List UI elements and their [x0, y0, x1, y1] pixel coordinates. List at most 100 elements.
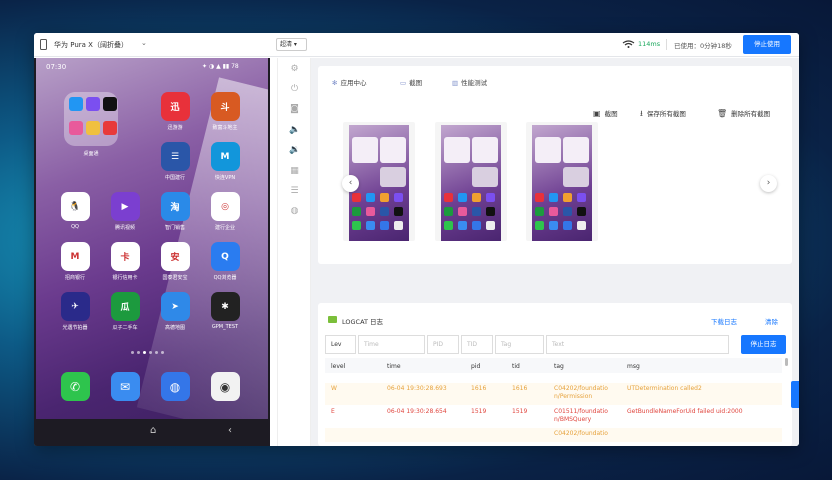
app-glyph-icon: ✱: [210, 292, 240, 321]
screenshot-thumbnail[interactable]: [526, 122, 598, 241]
screenshot-button[interactable]: ▣ 截图: [593, 108, 618, 118]
app-icon[interactable]: M 快连VPN: [202, 142, 248, 181]
chevron-down-icon[interactable]: ⌄: [141, 39, 147, 47]
volume-down-icon[interactable]: 🔉: [289, 145, 300, 156]
folder-label: 桌面通: [83, 151, 99, 157]
app-glyph-icon: 卡: [110, 242, 140, 271]
app-folder[interactable]: [64, 92, 118, 146]
tab-screenshot[interactable]: ▭ 截图: [400, 77, 422, 87]
phone-mirror[interactable]: 07:30 ✦ ◑ ▲ ▮▮ 78 桌面通 迅迅游游斗致富斗地主 ☰ 中国建行 M 快连…: [34, 58, 270, 446]
settings-icon[interactable]: ⚙: [289, 64, 300, 75]
app-label: QQ浏览器: [213, 275, 237, 281]
tab-performance[interactable]: ▥ 性能测试: [452, 77, 487, 87]
side-toolbar: ⚙ ⏻ ◙ 🔈 🔉 ▦ ☰ ◍: [277, 58, 311, 446]
app-icon[interactable]: ☰ 中国建行: [152, 142, 198, 181]
app-icon[interactable]: 安国泰君安宝: [152, 242, 198, 281]
pid-filter[interactable]: PID: [427, 335, 459, 354]
app-label: 智门销售: [164, 225, 185, 231]
log-scrollbar[interactable]: [785, 358, 788, 366]
messages-app[interactable]: ✉: [102, 372, 148, 401]
power-icon[interactable]: ⏻: [289, 84, 300, 95]
back-icon[interactable]: ‹: [228, 425, 232, 436]
status-time: 07:30: [46, 63, 67, 71]
time-filter[interactable]: Time: [358, 335, 425, 354]
log-cell-pid: 1519: [471, 408, 487, 415]
app-glyph-icon: 迅: [160, 92, 190, 121]
divider: [666, 39, 667, 50]
app-label: QQ: [71, 224, 79, 230]
tid-filter[interactable]: TID: [461, 335, 493, 354]
app-icon[interactable]: M 招商银行: [52, 242, 98, 281]
wifi-icon: [622, 40, 635, 48]
volume-up-icon[interactable]: 🔈: [289, 125, 300, 136]
log-cell-pid: 1616: [471, 385, 487, 392]
camera-app[interactable]: ◉: [202, 372, 248, 401]
chart-icon: ▥: [452, 79, 459, 87]
app-label: 致富斗地主: [212, 125, 238, 131]
app-icon[interactable]: 斗致富斗地主: [202, 92, 248, 131]
log-row[interactable]: C04202/foundatio: [325, 428, 782, 442]
clear-log-link[interactable]: 清除: [765, 316, 778, 326]
app-label: 银行信用卡: [112, 275, 138, 281]
app-label: 腾讯视频: [114, 225, 135, 231]
next-arrow-icon[interactable]: ›: [760, 175, 777, 192]
camera-icon[interactable]: ◙: [289, 104, 300, 115]
app-icon[interactable]: 卡银行信用卡: [102, 242, 148, 281]
app-icon[interactable]: 淘智门销售: [152, 192, 198, 231]
phone-app[interactable]: ✆: [52, 372, 98, 401]
app-icon[interactable]: ✈ 光遇节拍器: [52, 292, 98, 331]
log-cell-tag: C04202/foundatio: [554, 430, 608, 437]
stop-log-button[interactable]: 停止日志: [741, 335, 786, 354]
screenshot-thumbnail[interactable]: [435, 122, 507, 241]
quality-select[interactable]: 超清 ▾: [276, 38, 307, 51]
download-log-link[interactable]: 下载日志: [711, 316, 737, 326]
tag-filter[interactable]: Tag: [495, 335, 544, 354]
right-panel: ✻ 应用中心 ▭ 截图 ▥ 性能测试 ▣ 截图 ⭳ 保存所有截图 🗑 删除所有截图 ‹ › …: [311, 58, 799, 446]
app-icon[interactable]: ▶ 腾讯视频: [102, 192, 148, 231]
app-label: 中国建行: [164, 175, 185, 181]
status-icons: ✦ ◑ ▲ ▮▮ 78: [202, 63, 239, 70]
app-label: GPM_TEST: [211, 324, 239, 330]
app-icon[interactable]: 🐧 QQ: [52, 192, 98, 230]
side-tab[interactable]: [791, 381, 799, 408]
globe-icon[interactable]: ◍: [289, 206, 300, 217]
app-label: 光遇节拍器: [62, 325, 88, 331]
browser-app[interactable]: ◍: [152, 372, 198, 401]
level-filter[interactable]: Lev: [325, 335, 356, 354]
top-bar: 华为 Pura X（阔折叠） ⌄ 超清 ▾ 114ms 已使用：0分钟18秒 停…: [34, 33, 799, 57]
prev-arrow-icon[interactable]: ‹: [342, 175, 359, 192]
stop-use-button[interactable]: 停止使用: [743, 35, 791, 54]
save-all-button[interactable]: ⭳ 保存所有截图: [640, 108, 686, 122]
app-icon[interactable]: ✱ GPM_TEST: [202, 292, 248, 330]
app-glyph-icon: M: [210, 142, 240, 171]
app-glyph-icon: 🐧: [60, 192, 90, 221]
app-glyph-icon: M: [60, 242, 90, 271]
device-name[interactable]: 华为 Pura X（阔折叠）: [54, 40, 128, 50]
grid-icon[interactable]: ▦: [289, 166, 300, 177]
home-icon[interactable]: ⌂: [150, 425, 156, 436]
app-label: 高德地图: [164, 325, 185, 331]
text-filter[interactable]: Text: [546, 335, 729, 354]
used-time: 已使用：0分钟18秒: [674, 42, 732, 50]
app-glyph-icon: 斗: [210, 92, 240, 121]
app-icon[interactable]: 迅迅游游: [152, 92, 198, 131]
col-time: time: [387, 363, 401, 370]
app-glyph-icon: ◎: [210, 192, 240, 221]
col-tag: tag: [554, 363, 564, 370]
log-row[interactable]: W 06-04 19:30:28.693 1616 1616 C04202/founda…: [325, 383, 782, 405]
logcat-icon: [328, 316, 337, 323]
app-icon[interactable]: 瓜瓜子二手车: [102, 292, 148, 331]
app-label: 国泰君安宝: [162, 275, 188, 281]
tab-app-center[interactable]: ✻ 应用中心: [332, 77, 366, 87]
phone-app-icon: ✆: [60, 372, 90, 401]
delete-all-button[interactable]: 🗑 删除所有截图: [717, 108, 770, 118]
log-cell-msg: UTDetermination called2: [627, 385, 702, 392]
app-icon[interactable]: ◎ 建行企业: [202, 192, 248, 231]
list-icon[interactable]: ☰: [289, 186, 300, 197]
app-icon[interactable]: ➤ 高德地图: [152, 292, 198, 331]
app-icon[interactable]: Q QQ浏览器: [202, 242, 248, 281]
log-row[interactable]: E 06-04 19:30:28.654 1519 1519 C01511/founda…: [325, 406, 782, 428]
page-indicator: [131, 351, 171, 355]
phone-screen[interactable]: 07:30 ✦ ◑ ▲ ▮▮ 78 桌面通 迅迅游游斗致富斗地主 ☰ 中国建行 M 快连…: [36, 58, 268, 419]
logcat-card: LOGCAT 日志 下载日志 清除 Lev Time PID TID Tag T…: [318, 303, 792, 446]
